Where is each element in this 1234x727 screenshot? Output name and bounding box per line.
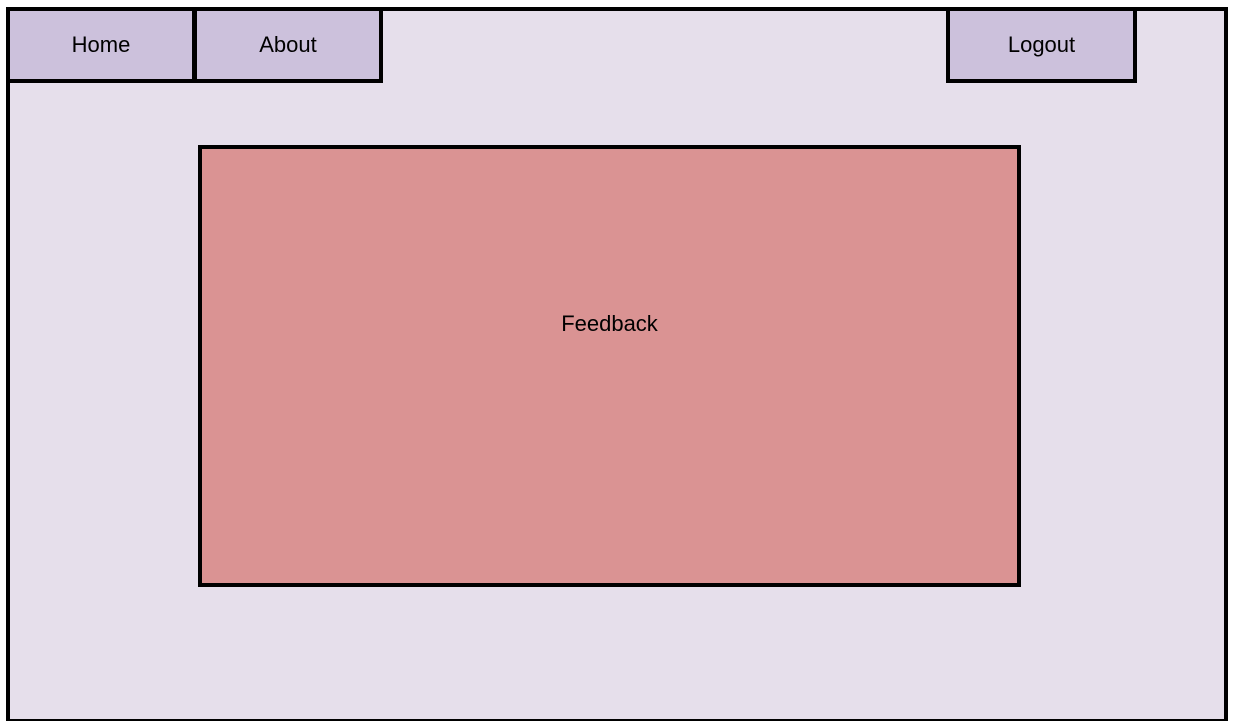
nav-tab-about-label: About: [259, 32, 317, 57]
feedback-label: Feedback: [561, 311, 658, 336]
nav-tab-home[interactable]: Home: [6, 7, 196, 83]
nav-tab-home-label: Home: [71, 32, 131, 57]
logout-button[interactable]: Logout: [946, 7, 1137, 83]
nav-tab-about[interactable]: About: [193, 7, 383, 83]
feedback-panel[interactable]: Feedback: [198, 145, 1021, 587]
logout-button-label: Logout: [1007, 32, 1076, 57]
